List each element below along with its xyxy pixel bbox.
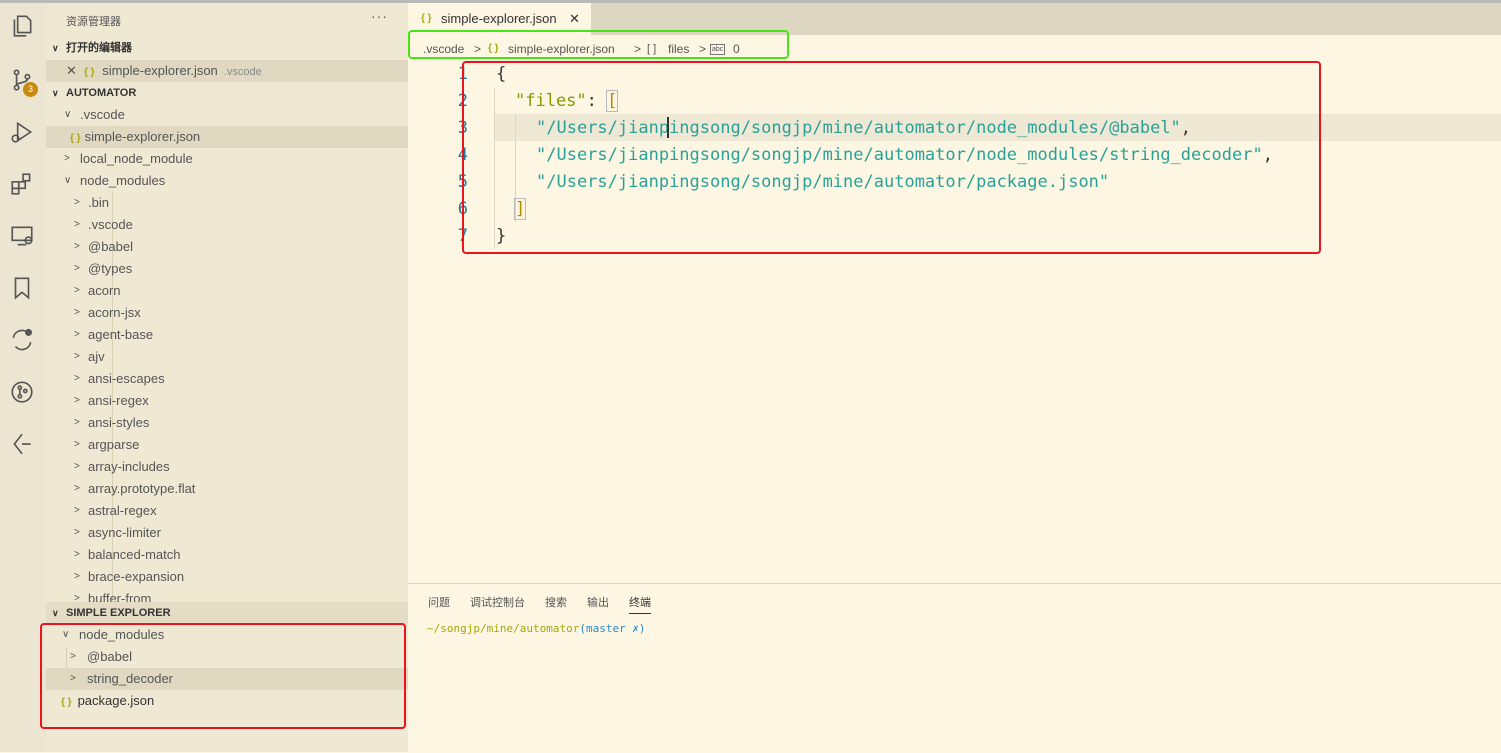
chevron-right-icon: > xyxy=(74,593,80,602)
tree-folder[interactable]: > ajv xyxy=(46,346,408,368)
chevron-down-icon: ∨ xyxy=(52,43,59,53)
close-icon[interactable]: ✕ xyxy=(66,60,77,82)
simple-explorer-header[interactable]: ∨ SIMPLE EXPLORER xyxy=(46,602,408,624)
bottom-panel: 问题 调试控制台 搜索 输出 终端 ~/songjp/mine/automato… xyxy=(408,583,1501,753)
sync-icon[interactable] xyxy=(9,327,35,353)
tree-folder[interactable]: > agent-base xyxy=(46,324,408,346)
run-debug-icon[interactable] xyxy=(9,119,35,145)
tree-folder[interactable]: > array.prototype.flat xyxy=(46,478,408,500)
chevron-right-icon: > xyxy=(74,351,80,362)
more-actions-icon[interactable]: ··· xyxy=(371,8,388,24)
line-number: 7 xyxy=(457,226,468,246)
tree-folder[interactable]: > ansi-regex xyxy=(46,390,408,412)
explorer-icon[interactable] xyxy=(9,13,35,39)
line-number: 5 xyxy=(457,172,468,192)
chevron-right-icon: > xyxy=(64,153,70,164)
tree-folder[interactable]: > balanced-match xyxy=(46,544,408,566)
chevron-down-icon: ∨ xyxy=(64,109,72,120)
open-editors-header[interactable]: ∨ 打开的编辑器 xyxy=(46,37,408,59)
line-number: 1 xyxy=(457,64,468,84)
tab-debug-console[interactable]: 调试控制台 xyxy=(470,594,525,610)
tree-folder[interactable]: > async-limiter xyxy=(46,522,408,544)
tree-folder[interactable]: > argparse xyxy=(46,434,408,456)
tree-folder[interactable]: > ansi-styles xyxy=(46,412,408,434)
extensions-icon[interactable] xyxy=(9,171,35,197)
terminal-path: ~/songjp/mine/automator xyxy=(427,622,580,635)
chevron-right-icon: > xyxy=(74,241,80,252)
tree-folder[interactable]: > buffer-from xyxy=(46,588,408,602)
chevron-right-icon: > xyxy=(74,329,80,340)
chevron-down-icon: ∨ xyxy=(52,88,59,98)
chevron-right-icon: > xyxy=(74,263,80,274)
chevron-right-icon: > xyxy=(74,307,80,318)
tree-folder[interactable]: > .vscode xyxy=(46,214,408,236)
open-editor-item[interactable]: ✕ { } simple-explorer.json .vscode xyxy=(46,60,408,82)
chevron-right-icon: > xyxy=(74,461,80,472)
remote-explorer-icon[interactable] xyxy=(9,223,35,249)
chevron-down-icon: ∨ xyxy=(64,175,72,186)
tree-folder[interactable]: > @types xyxy=(46,258,408,280)
git-graph-icon[interactable] xyxy=(9,379,35,405)
line-number: 4 xyxy=(457,145,468,165)
editor-highlight-box xyxy=(462,61,1321,254)
json-file-icon: { } xyxy=(84,67,95,78)
breadcrumb-highlight-box xyxy=(408,30,789,59)
tree-folder[interactable]: > @babel xyxy=(46,236,408,258)
tree-folder[interactable]: > array-includes xyxy=(46,456,408,478)
simple-explorer-highlight-box xyxy=(40,623,406,729)
chevron-right-icon: > xyxy=(74,527,80,538)
tree-file-selected[interactable]: { } simple-explorer.json xyxy=(46,126,408,148)
chevron-right-icon: > xyxy=(74,219,80,230)
tree-folder[interactable]: > brace-expansion xyxy=(46,566,408,588)
tree-folder[interactable]: > acorn xyxy=(46,280,408,302)
tree-folder[interactable]: > ansi-escapes xyxy=(46,368,408,390)
chevron-right-icon: > xyxy=(74,285,80,296)
tree-folder[interactable]: > astral-regex xyxy=(46,500,408,522)
line-number: 3 xyxy=(457,118,468,138)
terminal-git-branch: (master ✗) xyxy=(579,622,646,635)
scm-badge: 3 xyxy=(23,82,38,97)
timeline-icon[interactable] xyxy=(9,431,35,457)
line-number: 2 xyxy=(457,91,468,111)
json-file-icon: { } xyxy=(70,133,81,144)
tab-problems[interactable]: 问题 xyxy=(428,594,450,610)
bookmark-icon[interactable] xyxy=(9,275,35,301)
tree-folder[interactable]: ∨ .vscode xyxy=(46,104,408,126)
chevron-right-icon: > xyxy=(74,483,80,494)
tab-output[interactable]: 输出 xyxy=(587,594,609,610)
tree-folder[interactable]: > local_node_module xyxy=(46,148,408,170)
chevron-right-icon: > xyxy=(74,417,80,428)
tree-folder[interactable]: > .bin xyxy=(46,192,408,214)
chevron-right-icon: > xyxy=(74,395,80,406)
tab-terminal[interactable]: 终端 xyxy=(629,594,651,614)
tab-search[interactable]: 搜索 xyxy=(545,594,567,610)
chevron-right-icon: > xyxy=(74,197,80,208)
chevron-right-icon: > xyxy=(74,571,80,582)
chevron-down-icon: ∨ xyxy=(52,608,59,618)
chevron-right-icon: > xyxy=(74,549,80,560)
sidebar-title: 资源管理器 xyxy=(66,16,121,28)
chevron-right-icon: > xyxy=(74,439,80,450)
terminal-prompt[interactable]: ~/songjp/mine/automator(master ✗) xyxy=(427,622,646,635)
tree-folder[interactable]: ∨ node_modules xyxy=(46,170,408,192)
chevron-right-icon: > xyxy=(74,373,80,384)
workspace-header[interactable]: ∨ AUTOMATOR xyxy=(46,82,408,104)
line-number: 6 xyxy=(457,199,468,219)
tree-folder[interactable]: > acorn-jsx xyxy=(46,302,408,324)
chevron-right-icon: > xyxy=(74,505,80,516)
